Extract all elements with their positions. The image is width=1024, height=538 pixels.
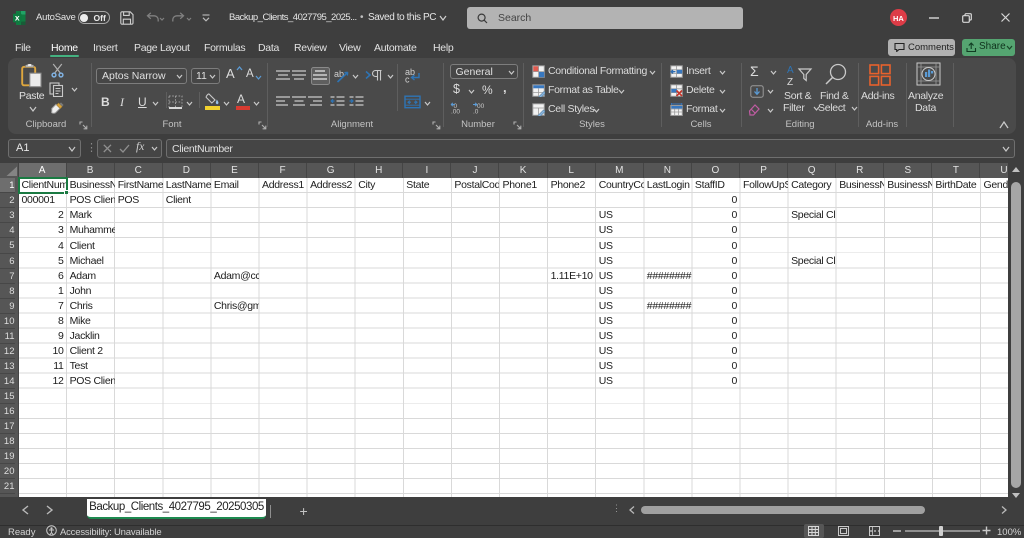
svg-text:c: c xyxy=(405,75,410,84)
svg-text:A: A xyxy=(787,65,794,76)
svg-text:.00: .00 xyxy=(451,109,460,115)
svg-text:x: x xyxy=(15,13,20,23)
svg-text:Z: Z xyxy=(787,77,793,88)
svg-text:.0: .0 xyxy=(473,109,479,115)
